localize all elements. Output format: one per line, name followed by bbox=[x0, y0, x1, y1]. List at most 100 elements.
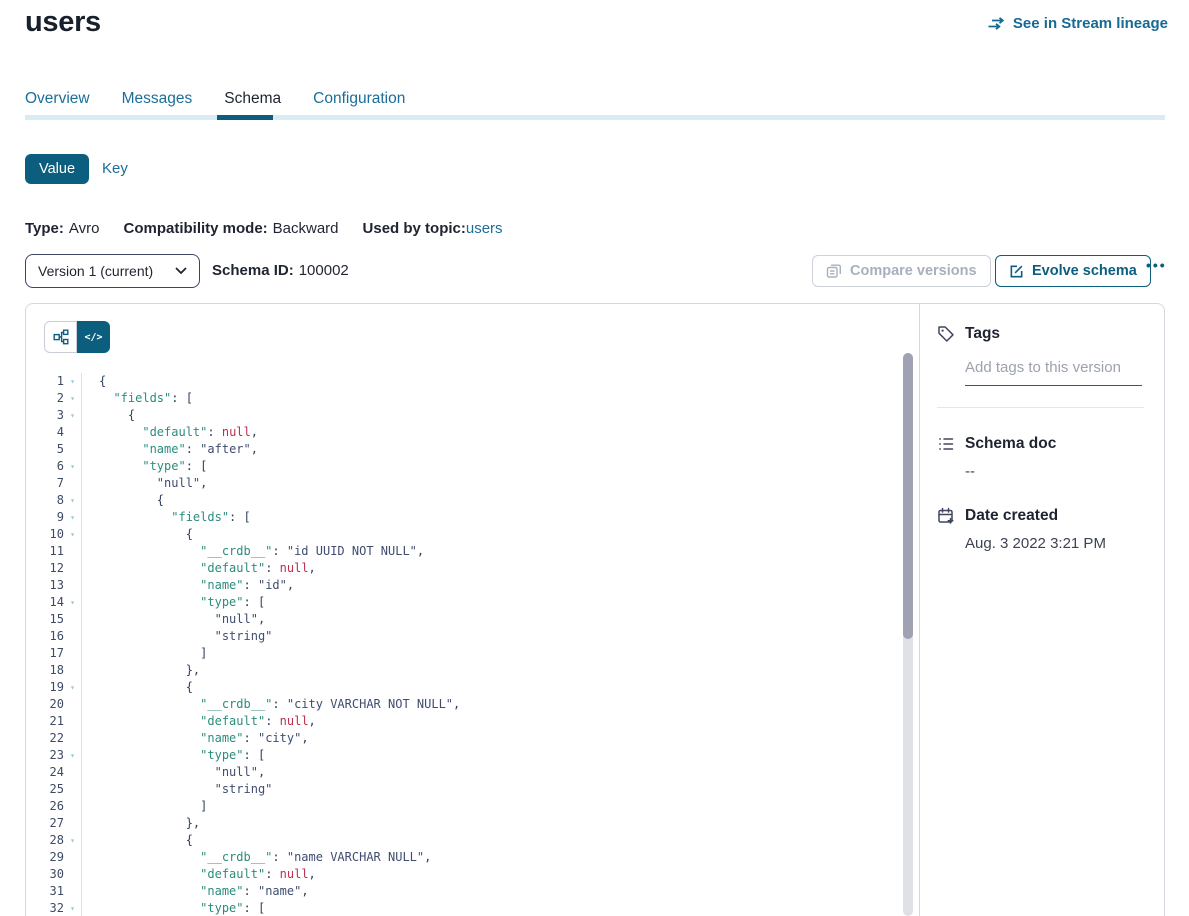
tab-configuration[interactable]: Configuration bbox=[313, 90, 405, 108]
code-line: 6▾ "type": [ bbox=[26, 458, 895, 475]
value-toggle-button[interactable]: Value bbox=[25, 154, 89, 184]
fold-caret-icon[interactable]: ▾ bbox=[64, 594, 81, 611]
used-by-topic-label: Used by topic: bbox=[363, 220, 466, 237]
fold-caret-empty bbox=[64, 577, 81, 594]
fold-caret-icon[interactable]: ▾ bbox=[64, 832, 81, 849]
line-number: 24 bbox=[26, 764, 64, 781]
evolve-schema-button[interactable]: Evolve schema bbox=[995, 255, 1151, 287]
code-text: "name": "name", bbox=[81, 883, 309, 900]
sidebar-divider bbox=[937, 407, 1144, 408]
fold-caret-empty bbox=[64, 764, 81, 781]
topic-link[interactable]: users bbox=[466, 220, 503, 237]
schema-code-column: </> 1▾{2▾ "fields": [3▾ {4 "default": nu… bbox=[26, 304, 919, 916]
fold-caret-icon[interactable]: ▾ bbox=[64, 492, 81, 509]
code-line: 9▾ "fields": [ bbox=[26, 509, 895, 526]
line-number: 23 bbox=[26, 747, 64, 764]
code-text: { bbox=[81, 373, 106, 390]
line-number: 31 bbox=[26, 883, 64, 900]
code-text: "name": "city", bbox=[81, 730, 309, 747]
schema-type-label: Type: bbox=[25, 220, 64, 237]
code-line: 2▾ "fields": [ bbox=[26, 390, 895, 407]
line-number: 4 bbox=[26, 424, 64, 441]
schema-sidebar: Tags Schema doc -- bbox=[919, 304, 1164, 916]
code-text: "name": "after", bbox=[81, 441, 258, 458]
fold-caret-icon[interactable]: ▾ bbox=[64, 509, 81, 526]
compare-versions-label: Compare versions bbox=[850, 263, 977, 279]
date-created-heading-label: Date created bbox=[965, 507, 1058, 525]
code-text: ] bbox=[81, 645, 207, 662]
code-text: { bbox=[81, 679, 193, 696]
line-number: 2 bbox=[26, 390, 64, 407]
line-number: 28 bbox=[26, 832, 64, 849]
fold-caret-icon[interactable]: ▾ bbox=[64, 747, 81, 764]
schema-doc-section: Schema doc -- bbox=[937, 435, 1144, 480]
code-line: 31 "name": "name", bbox=[26, 883, 895, 900]
page-title: users bbox=[25, 6, 101, 39]
code-view-icon: </> bbox=[84, 332, 102, 343]
fold-caret-empty bbox=[64, 475, 81, 492]
code-text: { bbox=[81, 407, 135, 424]
tab-underline-track bbox=[25, 115, 1165, 120]
line-number: 6 bbox=[26, 458, 64, 475]
code-text: }, bbox=[81, 815, 200, 832]
code-text: ] bbox=[81, 798, 207, 815]
code-line: 24 "null", bbox=[26, 764, 895, 781]
fold-caret-empty bbox=[64, 645, 81, 662]
line-number: 14 bbox=[26, 594, 64, 611]
fold-caret-icon[interactable]: ▾ bbox=[64, 458, 81, 475]
code-text: "null", bbox=[81, 475, 207, 492]
evolve-schema-label: Evolve schema bbox=[1032, 263, 1137, 279]
code-line: 17 ] bbox=[26, 645, 895, 662]
tags-heading-label: Tags bbox=[965, 325, 1000, 343]
line-number: 9 bbox=[26, 509, 64, 526]
compatibility-mode: Compatibility mode:Backward bbox=[123, 220, 338, 237]
code-text: }, bbox=[81, 662, 200, 679]
line-number: 16 bbox=[26, 628, 64, 645]
line-number: 8 bbox=[26, 492, 64, 509]
code-text: "null", bbox=[81, 611, 265, 628]
compare-versions-button[interactable]: Compare versions bbox=[812, 255, 991, 287]
add-tags-input[interactable] bbox=[965, 357, 1142, 386]
more-options-button[interactable]: ••• bbox=[1146, 257, 1167, 273]
tab-overview[interactable]: Overview bbox=[25, 90, 90, 108]
code-line: 4 "default": null, bbox=[26, 424, 895, 441]
code-text: { bbox=[81, 832, 193, 849]
tab-messages[interactable]: Messages bbox=[122, 90, 193, 108]
schema-doc-value: -- bbox=[965, 463, 1144, 480]
fold-caret-icon[interactable]: ▾ bbox=[64, 679, 81, 696]
code-line: 19▾ { bbox=[26, 679, 895, 696]
code-line: 25 "string" bbox=[26, 781, 895, 798]
code-line: 12 "default": null, bbox=[26, 560, 895, 577]
tab-schema[interactable]: Schema bbox=[224, 90, 281, 108]
fold-caret-icon[interactable]: ▾ bbox=[64, 526, 81, 543]
calendar-plus-icon bbox=[937, 507, 955, 525]
tree-view-button[interactable] bbox=[44, 321, 77, 353]
version-select-value: Version 1 (current) bbox=[38, 263, 153, 279]
line-number: 29 bbox=[26, 849, 64, 866]
line-number: 19 bbox=[26, 679, 64, 696]
code-view-button[interactable]: </> bbox=[77, 321, 110, 353]
fold-caret-empty bbox=[64, 730, 81, 747]
code-line: 32▾ "type": [ bbox=[26, 900, 895, 916]
fold-caret-icon[interactable]: ▾ bbox=[64, 407, 81, 424]
schema-doc-heading: Schema doc bbox=[937, 435, 1144, 453]
code-line: 16 "string" bbox=[26, 628, 895, 645]
code-line: 14▾ "type": [ bbox=[26, 594, 895, 611]
code-scrollbar-track[interactable] bbox=[903, 353, 913, 916]
code-text: { bbox=[81, 492, 164, 509]
fold-caret-icon[interactable]: ▾ bbox=[64, 373, 81, 390]
line-number: 10 bbox=[26, 526, 64, 543]
code-line: 13 "name": "id", bbox=[26, 577, 895, 594]
version-select[interactable]: Version 1 (current) bbox=[25, 254, 200, 288]
code-line: 22 "name": "city", bbox=[26, 730, 895, 747]
code-scrollbar-thumb[interactable] bbox=[903, 353, 913, 639]
code-line: 28▾ { bbox=[26, 832, 895, 849]
fold-caret-icon[interactable]: ▾ bbox=[64, 390, 81, 407]
date-created-heading: Date created bbox=[937, 507, 1144, 525]
fold-caret-icon[interactable]: ▾ bbox=[64, 900, 81, 916]
stream-lineage-link[interactable]: See in Stream lineage bbox=[988, 15, 1168, 32]
key-toggle-button[interactable]: Key bbox=[102, 160, 128, 177]
tags-section-heading: Tags bbox=[937, 325, 1144, 343]
fold-caret-empty bbox=[64, 662, 81, 679]
schema-panel: </> 1▾{2▾ "fields": [3▾ {4 "default": nu… bbox=[25, 303, 1165, 916]
